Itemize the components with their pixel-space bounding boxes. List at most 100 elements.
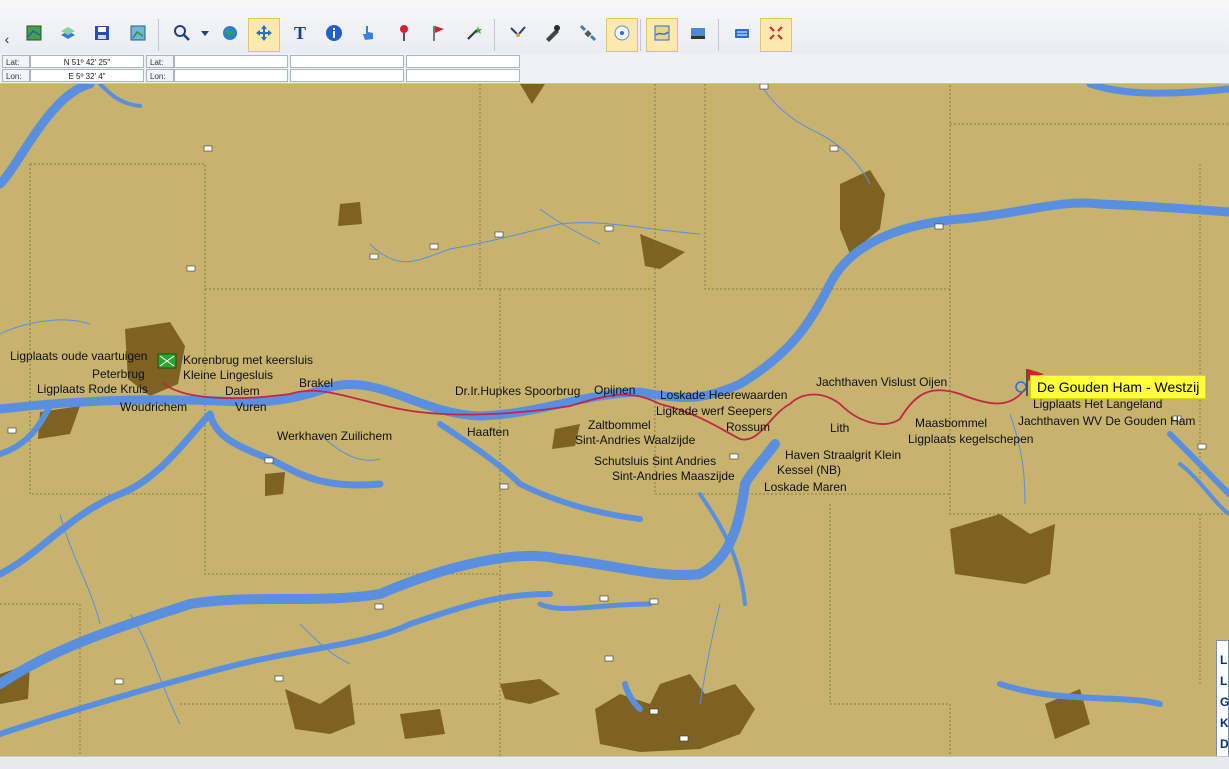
place-label[interactable]: Rossum: [726, 420, 770, 434]
lon-value: E 5º 32' 4": [30, 69, 144, 82]
lon2-label: Lon:: [146, 69, 174, 82]
pan-button[interactable]: [248, 18, 280, 52]
place-label[interactable]: Ligplaats Rode Kruis: [37, 382, 148, 396]
urban-small-2: [640, 234, 685, 269]
camera-icon: [7, 427, 17, 434]
destination-label[interactable]: De Gouden Ham - Westzij: [1030, 375, 1207, 399]
text-tool-icon: T: [290, 23, 310, 48]
place-label[interactable]: Korenbrug met keersluis: [183, 353, 313, 367]
scroll-left-button[interactable]: ‹: [0, 22, 14, 56]
place-label[interactable]: Jachthaven WV De Gouden Ham: [1018, 414, 1195, 428]
zoom-button[interactable]: [166, 18, 198, 52]
dropdown-arrow-icon: [195, 23, 215, 48]
legend-letter: K: [1220, 716, 1229, 730]
vessel-icon: [688, 23, 708, 48]
grid-icon-group: [7, 84, 1207, 742]
fullscreen-button[interactable]: [760, 18, 792, 52]
camera-icon: [274, 675, 284, 682]
pen-button[interactable]: [536, 18, 568, 52]
globe-button[interactable]: [214, 18, 246, 52]
camera-icon: [494, 231, 504, 238]
gps-icon: [612, 23, 632, 48]
camera-icon: [649, 598, 659, 605]
globe-icon: [220, 23, 240, 48]
place-label[interactable]: Haaften: [467, 425, 509, 439]
pan-icon: [254, 23, 274, 48]
place-label[interactable]: Loskade Maren: [764, 480, 847, 494]
place-label[interactable]: Kessel (NB): [777, 463, 841, 477]
chart-view-icon: [652, 23, 672, 48]
map-open-icon: [24, 23, 44, 48]
map-layers-button[interactable]: [52, 18, 84, 52]
keyboard-button[interactable]: [726, 18, 758, 52]
legend-letter: G: [1220, 695, 1229, 709]
place-label[interactable]: Ligkade werf Seepers: [656, 404, 772, 418]
pointer-hand-button[interactable]: [352, 18, 384, 52]
route-tool-icon: [508, 23, 528, 48]
vessel-button[interactable]: [682, 18, 714, 52]
camera-icon: [604, 225, 614, 232]
place-label[interactable]: Kleine Lingesluis: [183, 368, 273, 382]
place-label[interactable]: Maasbommel: [915, 416, 987, 430]
place-label[interactable]: Dr.Ir.Hupkes Spoorbrug: [455, 384, 580, 398]
urban-oss: [950, 514, 1055, 584]
place-label[interactable]: Lith: [830, 421, 849, 435]
camera-icon: [604, 655, 614, 662]
place-label[interactable]: Vuren: [235, 400, 267, 414]
save-button[interactable]: [86, 18, 118, 52]
map-open-button[interactable]: [18, 18, 50, 52]
place-label[interactable]: Opijnen: [594, 383, 635, 397]
extra-field-4: [406, 69, 520, 82]
toolbar: ‹ T »: [0, 0, 1229, 82]
place-label[interactable]: Brakel: [299, 376, 333, 390]
place-label[interactable]: Zaltbommel: [588, 418, 651, 432]
flag-button[interactable]: [422, 18, 454, 52]
legend-letter: D: [1220, 737, 1229, 751]
place-label[interactable]: Haven Straalgrit Klein: [785, 448, 901, 462]
place-label[interactable]: Peterbrug: [92, 367, 145, 381]
pen-icon: [542, 23, 562, 48]
map-canvas[interactable]: Ligplaats oude vaartuigen Peterbrug Korenb…: [0, 84, 1229, 756]
place-label[interactable]: Woudrichem: [120, 400, 187, 414]
place-label[interactable]: Werkhaven Zuilichem: [277, 429, 392, 443]
lat2-label: Lat:: [146, 55, 174, 68]
place-label[interactable]: Dalem: [225, 384, 260, 398]
urban-south-2: [500, 679, 560, 704]
map-export-button[interactable]: [122, 18, 154, 52]
fullscreen-icon: [766, 23, 786, 48]
map-layers-icon: [58, 23, 78, 48]
legend-letter: L: [1220, 674, 1228, 688]
place-label[interactable]: Schutsluis Sint Andries: [594, 454, 716, 468]
satellite-icon: [578, 23, 598, 48]
info-button[interactable]: [318, 18, 350, 52]
satellite-button[interactable]: [572, 18, 604, 52]
place-label[interactable]: Loskade Heerewaarden: [660, 388, 787, 402]
chart-view-button[interactable]: [646, 18, 678, 52]
toolbar-separator: [718, 19, 719, 51]
dropdown-arrow-button[interactable]: [198, 18, 212, 52]
camera-icon: [374, 603, 384, 610]
pin-button[interactable]: [388, 18, 420, 52]
place-label[interactable]: Ligplaats oude vaartuigen: [10, 349, 147, 363]
side-legend-panel[interactable]: LLGKDET: [1216, 640, 1229, 756]
place-label[interactable]: Ligplaats kegelschepen: [908, 432, 1033, 446]
place-label[interactable]: Jachthaven Vislust Oijen: [816, 375, 947, 389]
camera-icon: [649, 708, 659, 715]
zoom-icon: [172, 23, 192, 48]
camera-icon: [264, 457, 274, 464]
urban-werk: [265, 472, 285, 496]
camera-icon: [1197, 443, 1207, 450]
map-export-icon: [128, 23, 148, 48]
route-tool-button[interactable]: [502, 18, 534, 52]
gps-button[interactable]: [606, 18, 638, 52]
wand-button[interactable]: [458, 18, 490, 52]
pointer-hand-icon: [358, 23, 378, 48]
text-tool-button[interactable]: T: [284, 18, 316, 52]
place-label[interactable]: Ligplaats Het Langeland: [1033, 397, 1162, 411]
start-marker: [157, 353, 177, 369]
camera-icon: [934, 223, 944, 230]
toolbar-separator: [494, 19, 495, 51]
urban-south-1: [595, 674, 755, 752]
place-label[interactable]: Sint-Andries Maaszijde: [612, 469, 735, 483]
place-label[interactable]: Sint-Andries Waalzijde: [575, 433, 695, 447]
